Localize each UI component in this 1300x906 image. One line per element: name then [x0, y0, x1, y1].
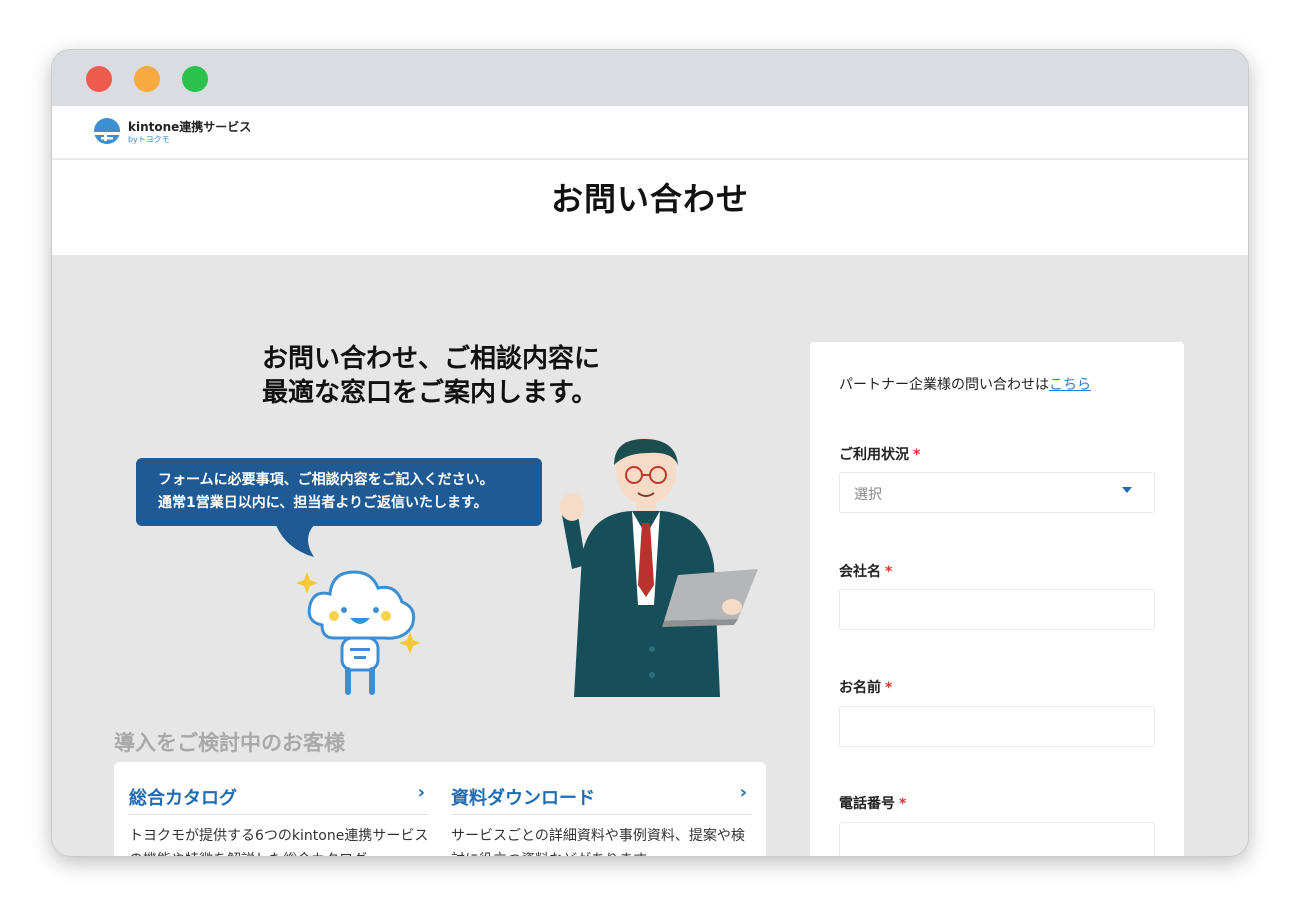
contact-form: パートナー企業様の問い合わせはこちら ご利用状況 * 選択 会社名 * お名前 * 電…: [810, 342, 1184, 856]
logo-name[interactable]: kintone連携サービス: [128, 118, 251, 135]
partner-link[interactable]: こちら: [1049, 377, 1091, 393]
maximize-window-dot[interactable]: [182, 66, 208, 92]
name-label: お名前 *: [839, 677, 892, 697]
cloud-mascot-illustration: [296, 570, 421, 695]
usage-label-text: ご利用状況: [839, 447, 909, 463]
name-label-text: お名前: [839, 680, 881, 696]
businessman-illustration: [560, 437, 758, 697]
card-downloads[interactable]: 資料ダウンロード › サービスごとの詳細資料や事例資料、提案や検討に役立つ資料な…: [451, 762, 751, 856]
usage-select-value: 選択: [854, 487, 882, 503]
hero-title: お問い合わせ、ご相談内容に 最適な窓口をご案内します。: [262, 342, 600, 410]
bubble-line-2: 通常1営業日以内に、担当者よりご返信いたします。: [158, 495, 488, 511]
company-input[interactable]: [840, 590, 1154, 629]
required-mark: *: [899, 796, 907, 812]
required-mark: *: [885, 564, 893, 580]
company-field-wrapper: [839, 589, 1155, 630]
chevron-right-icon[interactable]: ›: [418, 782, 425, 803]
phone-label: 電話番号 *: [839, 793, 906, 813]
card-downloads-title[interactable]: 資料ダウンロード: [451, 784, 595, 810]
bubble-line-1: フォームに必要事項、ご相談内容をご記入ください。: [158, 472, 494, 488]
browser-window: kintone連携サービス byトヨクモ お問い合わせ お問い合わせ、ご相談内容…: [52, 50, 1248, 856]
cloud-logo-icon[interactable]: [92, 116, 122, 146]
site-header: kintone連携サービス byトヨクモ: [52, 106, 1248, 160]
required-mark: *: [913, 447, 921, 463]
name-field-wrapper: [839, 706, 1155, 747]
phone-input[interactable]: [840, 823, 1154, 856]
card-catalog-description: トヨクモが提供する6つのkintone連携サービスの機能や特徴を解説した総合カタ…: [129, 828, 429, 856]
card-divider: [451, 814, 751, 815]
hero-title-line-2: 最適な窓口をご案内します。: [262, 378, 598, 408]
section-label-prospects: 導入をご検討中のお客様: [114, 731, 345, 755]
partner-notice: パートナー企業様の問い合わせはこちら: [839, 374, 1091, 394]
phone-field-wrapper: [839, 822, 1155, 856]
partner-notice-text: パートナー企業様の問い合わせは: [839, 377, 1049, 393]
company-label: 会社名 *: [839, 561, 892, 581]
minimize-window-dot[interactable]: [134, 66, 160, 92]
caret-down-icon: [1122, 487, 1132, 493]
card-catalog-title[interactable]: 総合カタログ: [129, 784, 237, 810]
name-input[interactable]: [840, 707, 1154, 746]
company-label-text: 会社名: [839, 564, 881, 580]
usage-select[interactable]: 選択: [839, 472, 1155, 513]
card-catalog[interactable]: 総合カタログ › トヨクモが提供する6つのkintone連携サービスの機能や特徴…: [129, 762, 429, 856]
required-mark: *: [885, 680, 893, 696]
window-titlebar: [52, 50, 1248, 106]
card-downloads-description: サービスごとの詳細資料や事例資料、提案や検討に役立つ資料などがあります: [451, 828, 745, 856]
hero-title-line-1: お問い合わせ、ご相談内容に: [262, 344, 601, 374]
close-window-dot[interactable]: [86, 66, 112, 92]
logo-subtitle: byトヨクモ: [128, 135, 170, 144]
phone-label-text: 電話番号: [839, 796, 895, 812]
page-title: お問い合わせ: [550, 180, 749, 218]
chevron-right-icon[interactable]: ›: [740, 782, 747, 803]
speech-bubble: フォームに必要事項、ご相談内容をご記入ください。 通常1営業日以内に、担当者より…: [136, 458, 542, 526]
page-title-section: お問い合わせ: [52, 160, 1248, 255]
card-divider: [129, 814, 429, 815]
resource-cards: 総合カタログ › トヨクモが提供する6つのkintone連携サービスの機能や特徴…: [114, 762, 766, 856]
usage-label: ご利用状況 *: [839, 444, 920, 464]
